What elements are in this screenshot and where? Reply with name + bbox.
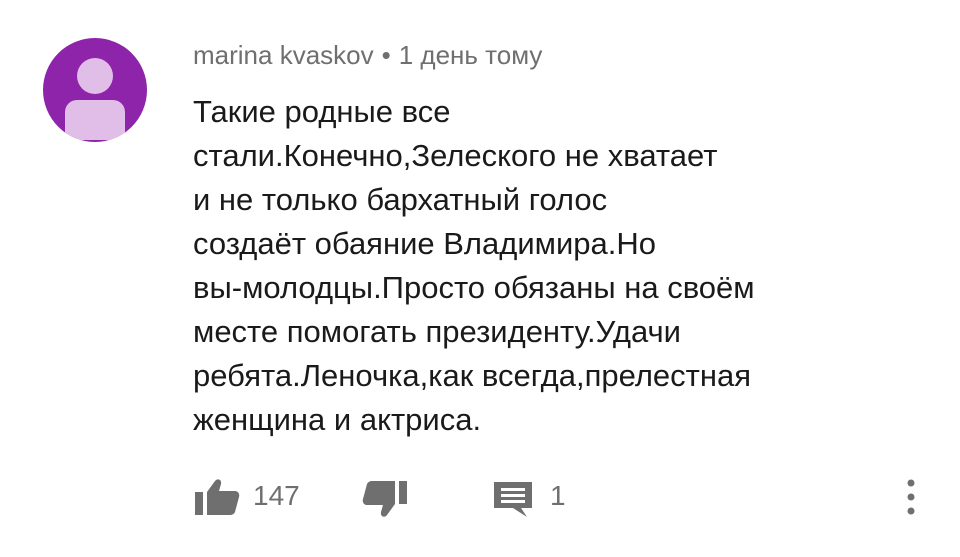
comment-text-line: стали.Конечно,Зелеского не хватает bbox=[193, 138, 718, 173]
avatar-shoulders bbox=[65, 100, 125, 140]
meta-separator: • bbox=[381, 40, 391, 70]
author-name[interactable]: marina kvaskov bbox=[193, 40, 374, 70]
comment-text-line: ребята.Леночка,как всегда,прелестная bbox=[193, 358, 751, 393]
comment-text-line: и не только бархатный голос bbox=[193, 182, 608, 217]
comment-text-line: Такие родные все bbox=[193, 94, 451, 129]
like-count: 147 bbox=[253, 480, 300, 511]
thumbs-up-icon[interactable] bbox=[193, 477, 241, 517]
comment-text-line: вы-молодцы.Просто обязаны на своём bbox=[193, 270, 755, 305]
comment-text: Такие родные все стали.Конечно,Зелеского… bbox=[193, 90, 923, 442]
comment-text-line: женщина и актриса. bbox=[193, 402, 482, 437]
comment-text-line: создаёт обаяние Владимира.Но bbox=[193, 226, 657, 261]
reply-count: 1 bbox=[550, 480, 566, 511]
comment-meta: marina kvaskov • 1 день тому bbox=[193, 38, 542, 72]
reply-icon[interactable] bbox=[491, 479, 535, 519]
avatar[interactable] bbox=[43, 38, 147, 142]
thumbs-down-icon[interactable] bbox=[361, 479, 409, 519]
more-vert-icon[interactable] bbox=[904, 475, 918, 519]
comment-card: marina kvaskov • 1 день тому Такие родные … bbox=[0, 0, 960, 557]
avatar-head bbox=[77, 58, 113, 94]
comment-text-line: месте помогать президенту.Удачи bbox=[193, 314, 681, 349]
comment-actions: 147 1 bbox=[193, 477, 933, 517]
comment-timestamp[interactable]: 1 день тому bbox=[399, 40, 543, 70]
